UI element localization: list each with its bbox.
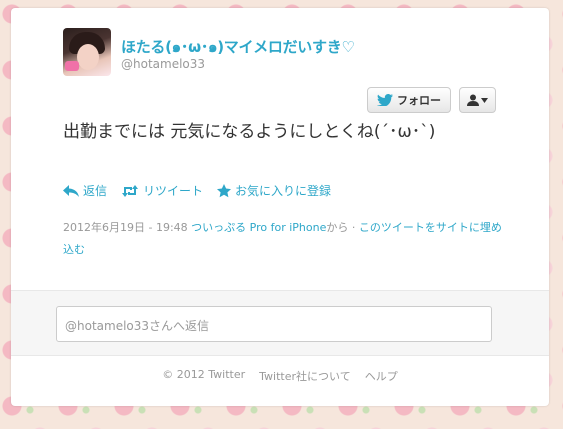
retweet-icon bbox=[122, 184, 139, 197]
screen-name[interactable]: @hotamelo33 bbox=[121, 57, 205, 71]
tweet-card: ほたる(๑･ω･๑)マイメロだいすき♡ @hotamelo33 フォロー 出勤ま… bbox=[11, 8, 549, 406]
meta-separator: · bbox=[348, 221, 359, 234]
client-suffix: から bbox=[326, 221, 349, 234]
person-icon bbox=[467, 94, 479, 106]
user-actions-button[interactable] bbox=[459, 87, 496, 113]
follow-button[interactable]: フォロー bbox=[367, 87, 451, 113]
tweet-meta: 2012年6月19日 - 19:48 ついっぷる Pro for iPhoneか… bbox=[63, 217, 503, 261]
retweet-label: リツイート bbox=[143, 184, 204, 198]
retweet-action[interactable]: リツイート bbox=[121, 182, 203, 199]
display-name[interactable]: ほたる(๑･ω･๑)マイメロだいすき♡ bbox=[121, 35, 355, 59]
follow-label: フォロー bbox=[397, 94, 441, 107]
favorite-label: お気に入りに登録 bbox=[235, 184, 332, 198]
favorite-action[interactable]: お気に入りに登録 bbox=[217, 182, 331, 199]
star-icon bbox=[217, 183, 232, 197]
reply-arrow-icon bbox=[63, 184, 79, 197]
reply-action[interactable]: 返信 bbox=[63, 182, 107, 199]
reply-label: 返信 bbox=[83, 184, 108, 198]
caret-down-icon bbox=[481, 97, 488, 103]
client-link[interactable]: ついっぷる Pro for iPhone bbox=[191, 221, 326, 234]
copyright: © 2012 Twitter bbox=[162, 368, 246, 381]
help-link[interactable]: ヘルプ bbox=[365, 368, 398, 384]
footer: © 2012 Twitter Twitter社について ヘルプ bbox=[11, 368, 549, 384]
reply-area: @hotamelo33さんへ返信 bbox=[11, 290, 549, 356]
twitter-bird-icon bbox=[377, 94, 393, 106]
about-link[interactable]: Twitter社について bbox=[259, 368, 351, 384]
reply-input[interactable]: @hotamelo33さんへ返信 bbox=[56, 306, 492, 342]
tweet-actions: 返信 リツイート お気に入りに登録 bbox=[63, 182, 331, 199]
avatar[interactable] bbox=[63, 28, 111, 76]
tweet-text: 出勤までには 元気になるようにしとくね(´･ω･`) bbox=[63, 122, 436, 142]
timestamp[interactable]: 2012年6月19日 - 19:48 bbox=[63, 221, 188, 234]
